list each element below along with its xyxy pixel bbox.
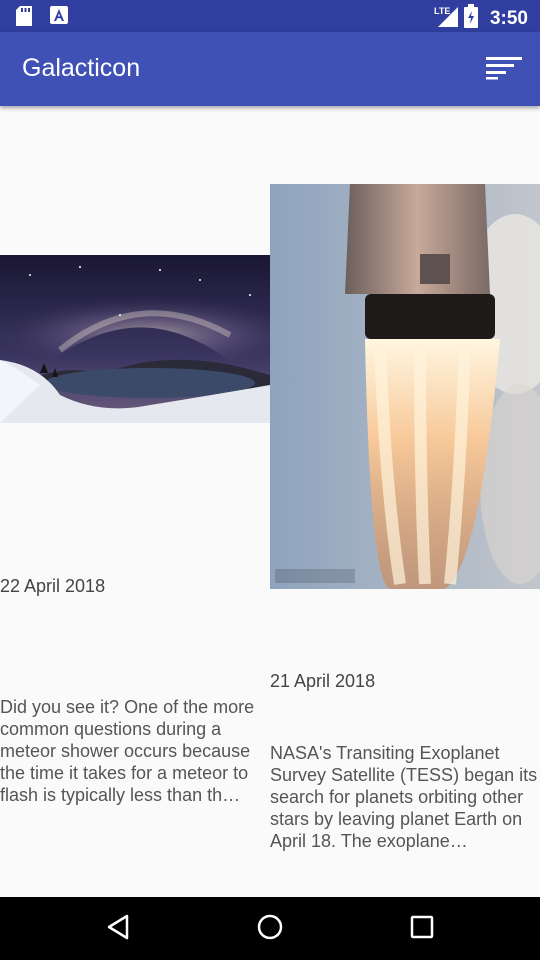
post-date: 21 April 2018 xyxy=(270,671,376,691)
a-notification-icon xyxy=(50,6,68,31)
post-description: Did you see it? One of the more common q… xyxy=(0,697,255,805)
app-bar: Galacticon xyxy=(0,32,540,106)
lte-signal-icon: LTE xyxy=(434,5,458,32)
app-title: Galacticon xyxy=(22,54,141,82)
post-date: 22 April 2018 xyxy=(0,576,106,596)
post-card[interactable]: 21 April 2018 NASA's Transiting Exoplane… xyxy=(270,106,540,897)
status-time: 3:50 xyxy=(489,7,528,29)
status-bar: LTE 3:50 xyxy=(0,0,540,32)
rocket-launch-photo[interactable] xyxy=(270,184,540,589)
recents-button[interactable] xyxy=(404,911,440,947)
recents-icon xyxy=(410,915,434,944)
post-card[interactable]: 22 April 2018 Did you see it? One of the… xyxy=(0,106,270,897)
sort-icon xyxy=(486,56,522,85)
back-button[interactable] xyxy=(100,911,136,947)
home-icon xyxy=(256,913,284,946)
sd-card-icon xyxy=(16,6,32,31)
navigation-bar xyxy=(0,897,540,960)
posts-grid: 22 April 2018 Did you see it? One of the… xyxy=(0,106,540,897)
post-description: NASA's Transiting Exoplanet Survey Satel… xyxy=(270,743,538,851)
battery-icon xyxy=(463,4,478,33)
sort-button[interactable] xyxy=(482,52,526,88)
milky-way-lake-photo[interactable] xyxy=(0,255,270,423)
svg-text:LTE: LTE xyxy=(434,6,450,16)
home-button[interactable] xyxy=(252,911,288,947)
back-icon xyxy=(106,914,130,945)
